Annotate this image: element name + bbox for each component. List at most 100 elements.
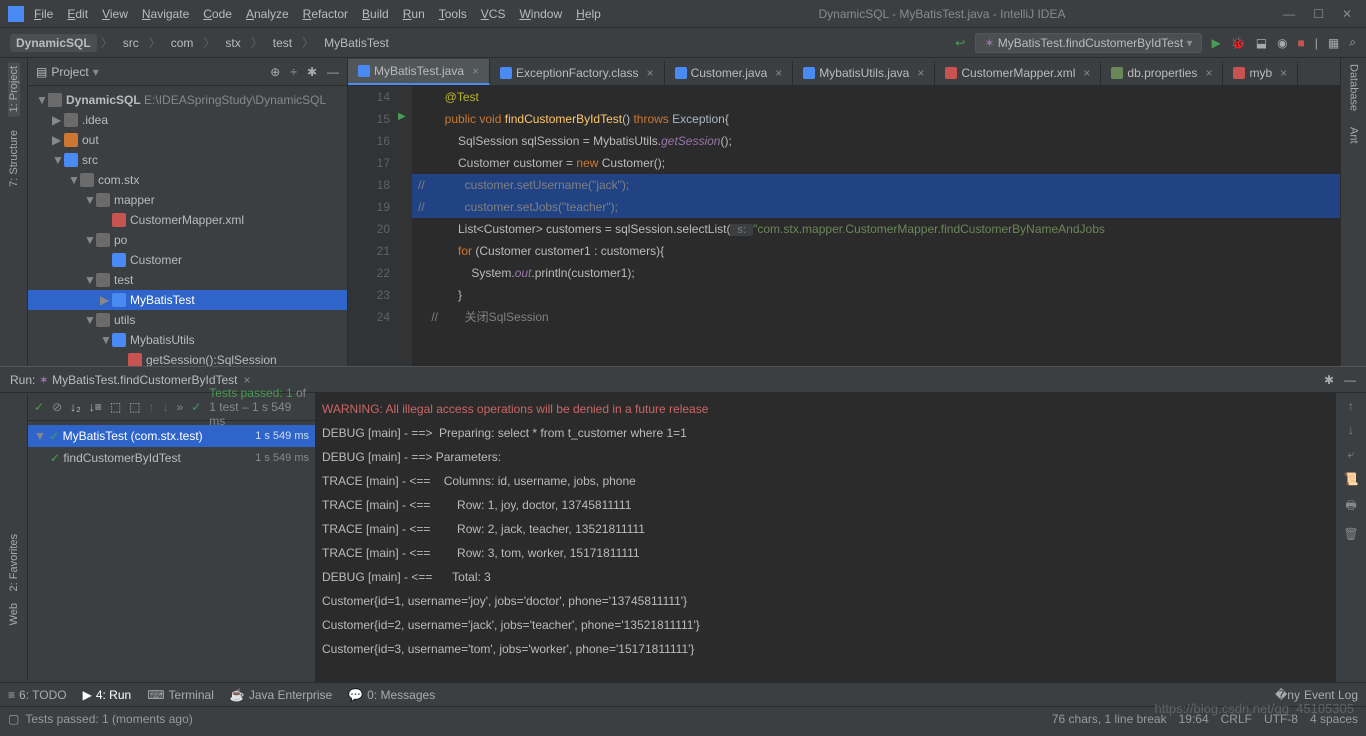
menu-vcs[interactable]: VCS [481,7,506,21]
tree-row[interactable]: CustomerMapper.xml [28,210,347,230]
project-tab[interactable]: 1: Project [8,62,20,116]
close-icon[interactable]: ✕ [1342,7,1352,21]
profile-button[interactable]: ◉ [1277,36,1287,50]
favorites-tab[interactable]: 2: Favorites [8,534,20,591]
bottom-tab[interactable]: 💬0: Messages [348,688,435,702]
expand-icon[interactable]: ⬚ [110,400,121,414]
project-title[interactable]: Project [51,65,88,79]
tree-row[interactable]: ▼mapper [28,190,347,210]
coverage-button[interactable]: ⬓ [1256,36,1267,50]
sort-icon[interactable]: ↓₂ [70,400,81,414]
editor-tab[interactable]: db.properties× [1101,61,1223,85]
tree-row[interactable]: ▼test [28,270,347,290]
project-struct-icon[interactable]: ▦ [1328,36,1339,50]
breadcrumb-item[interactable]: stx [219,34,246,52]
console-output[interactable]: WARNING: All illegal access operations w… [316,393,1336,682]
tree-row[interactable]: getSession():SqlSession [28,350,347,366]
breadcrumb-item[interactable]: DynamicSQL [10,34,97,52]
debug-button[interactable]: 🐞 [1231,36,1246,50]
up-arrow-icon[interactable]: ↑ [1348,399,1354,413]
collapse-icon[interactable]: ⬚ [129,400,140,414]
search-icon[interactable]: ⌕ [1349,35,1356,50]
close-tab-icon[interactable]: × [1205,66,1212,80]
minimize-icon[interactable]: — [1283,7,1295,21]
status-icon[interactable]: ▢ [8,712,19,726]
tree-row[interactable]: ▶.idea [28,110,347,130]
sort2-icon[interactable]: ↓≡ [89,400,102,414]
code-editor[interactable]: 1415161718192021222324 ▶ @Test public vo… [348,86,1340,366]
close-tab-icon[interactable]: × [244,373,251,387]
structure-tab[interactable]: 7: Structure [8,126,20,191]
tree-row[interactable]: ▼po [28,230,347,250]
minimize-icon[interactable]: — [1344,373,1356,387]
editor-tab[interactable]: ExceptionFactory.class× [490,61,665,85]
run-button[interactable]: ▶ [1212,36,1221,50]
editor-tab[interactable]: MybatisUtils.java× [793,61,935,85]
close-tab-icon[interactable]: × [1083,66,1090,80]
up-icon[interactable]: ↑ [149,400,155,414]
print-icon[interactable]: 🖶 [1345,496,1356,517]
menu-tools[interactable]: Tools [439,7,467,21]
ant-tab[interactable]: Ant [1348,127,1360,144]
test-tree-row[interactable]: ✓ findCustomerByIdTest1 s 549 ms [28,447,315,469]
scroll-icon[interactable]: 📜 [1344,472,1359,486]
database-tab[interactable]: Database [1348,64,1360,111]
rebuild-icon[interactable]: ↩ [955,36,965,50]
bottom-tab[interactable]: ▶4: Run [83,688,132,702]
menu-run[interactable]: Run [403,7,425,21]
tree-row[interactable]: ▼utils [28,310,347,330]
menu-window[interactable]: Window [519,7,562,21]
close-tab-icon[interactable]: × [472,64,479,78]
breadcrumb-item[interactable]: test [267,34,298,52]
settings-icon[interactable]: ✱ [307,65,317,79]
menu-build[interactable]: Build [362,7,389,21]
close-tab-icon[interactable]: × [775,66,782,80]
collapse-icon[interactable]: ÷ [290,65,297,79]
test-tree-row[interactable]: ▼ ✓ MyBatisTest (com.stx.test)1 s 549 ms [28,425,315,447]
bottom-tab[interactable]: ≡6: TODO [8,688,67,702]
menu-help[interactable]: Help [576,7,601,21]
editor-tab[interactable]: myb× [1223,61,1298,85]
down-arrow-icon[interactable]: ↓ [1348,423,1354,437]
stop-button[interactable]: ■ [1298,36,1305,50]
dropdown-icon[interactable]: ▾ [93,65,99,79]
clear-icon[interactable]: 🗑 [1343,527,1358,541]
bottom-tab[interactable]: ⌨Terminal [147,688,214,702]
tree-row[interactable]: ▼MybatisUtils [28,330,347,350]
settings-icon[interactable]: ✱ [1324,373,1334,387]
event-log-tab[interactable]: �ny Event Log [1275,688,1358,702]
close-tab-icon[interactable]: × [917,66,924,80]
menu-refactor[interactable]: Refactor [303,7,348,21]
status-item[interactable]: 76 chars, 1 line break [1052,712,1167,726]
tree-row[interactable]: Customer [28,250,347,270]
bottom-tab[interactable]: ☕Java Enterprise [230,688,332,702]
close-tab-icon[interactable]: × [1280,66,1287,80]
web-tab[interactable]: Web [8,603,20,625]
editor-tab[interactable]: MyBatisTest.java× [348,59,490,85]
close-tab-icon[interactable]: × [647,66,654,80]
breadcrumb-item[interactable]: MyBatisTest [318,34,395,52]
project-tree[interactable]: ▼ DynamicSQL E:\IDEASpringStudy\DynamicS… [28,86,347,366]
menu-analyze[interactable]: Analyze [246,7,289,21]
menu-file[interactable]: File [34,7,53,21]
tree-row[interactable]: ▼com.stx [28,170,347,190]
menu-navigate[interactable]: Navigate [142,7,189,21]
breadcrumb-item[interactable]: src [117,34,145,52]
down-icon[interactable]: ↓ [163,400,169,414]
editor-tab[interactable]: CustomerMapper.xml× [935,61,1101,85]
failed-filter[interactable]: ⊘ [52,400,62,414]
passed-filter[interactable]: ✓ [34,400,44,414]
maximize-icon[interactable]: ☐ [1313,7,1324,21]
update-button[interactable]: | [1315,36,1318,50]
editor-tab[interactable]: Customer.java× [665,61,794,85]
tree-root[interactable]: ▼ DynamicSQL E:\IDEASpringStudy\DynamicS… [28,90,347,110]
soft-wrap-icon[interactable]: ⤶ [1348,447,1355,462]
run-config-dropdown[interactable]: ✶ MyBatisTest.findCustomerByIdTest ▾ [975,33,1201,53]
breadcrumb-item[interactable]: com [165,34,200,52]
tree-row[interactable]: ▶out [28,130,347,150]
hide-icon[interactable]: — [327,65,339,79]
tree-row[interactable]: ▶MyBatisTest [28,290,347,310]
tree-row[interactable]: ▼src [28,150,347,170]
menu-code[interactable]: Code [203,7,232,21]
menu-view[interactable]: View [102,7,128,21]
